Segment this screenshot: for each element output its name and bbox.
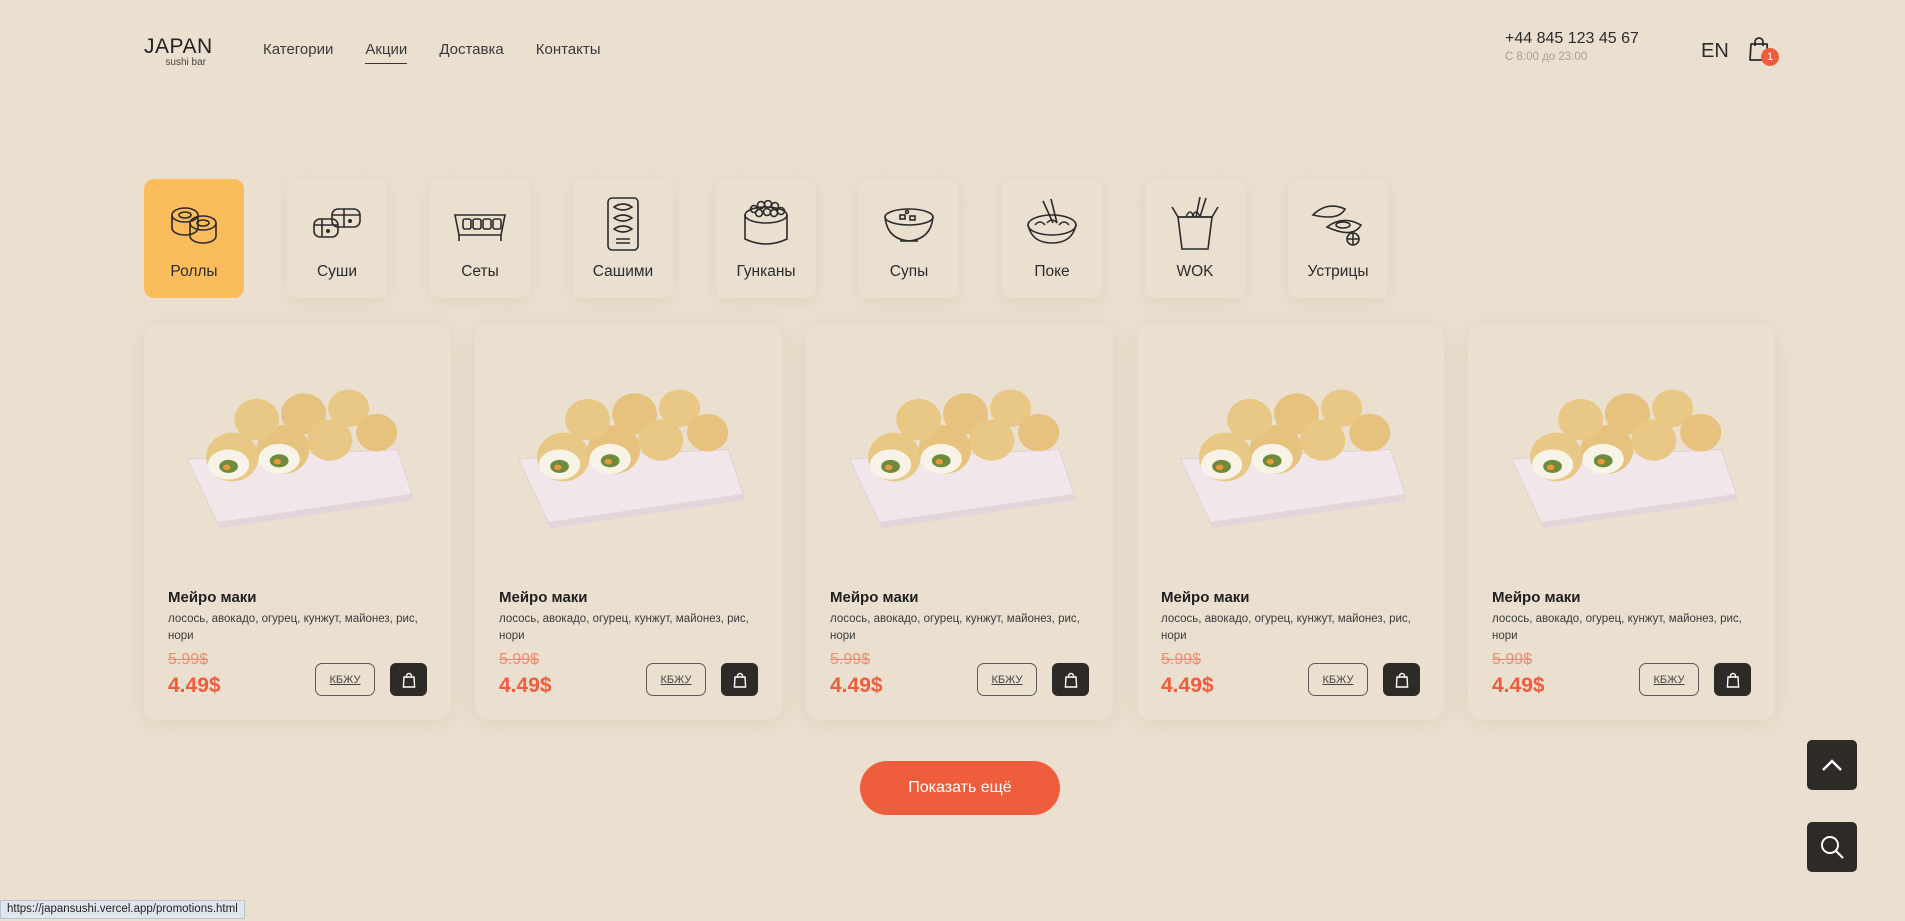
shopping-bag-icon (402, 672, 415, 688)
product-price: 4.49$ (1492, 674, 1545, 697)
phone-number[interactable]: +44 845 123 45 67 (1505, 30, 1639, 48)
cart-button[interactable]: 1 (1748, 36, 1779, 68)
nav-item-promotions[interactable]: Акции (365, 41, 408, 64)
nav-item-contacts[interactable]: Контакты (536, 41, 601, 64)
category-label: Сашими (592, 263, 654, 280)
shopping-bag-icon (1395, 672, 1408, 688)
main-nav: Категории Акции Доставка Контакты (263, 41, 601, 64)
category-sashimi[interactable]: Сашими (573, 179, 673, 298)
product-description: лосось, авокадо, огурец, кунжут, майонез… (499, 613, 749, 642)
product-name: Мейро маки (1161, 589, 1250, 606)
category-label: Устрицы (1307, 263, 1369, 280)
sets-icon (454, 214, 506, 241)
kbju-button[interactable]: КБЖУ (1308, 663, 1368, 696)
product-old-price: 5.99$ (1161, 651, 1202, 668)
product-old-price: 5.99$ (1492, 651, 1533, 668)
kbju-button[interactable]: КБЖУ (977, 663, 1037, 696)
poke-icon (1027, 198, 1077, 244)
category-sets[interactable]: Сеты (430, 179, 530, 298)
logo-sub-text: sushi bar (165, 57, 206, 68)
product-name: Мейро маки (499, 589, 588, 606)
product-description: лосось, авокадо, огурец, кунжут, майонез… (830, 613, 1080, 642)
product-card[interactable]: Мейро маки лосось, авокадо, огурец, кунж… (144, 324, 451, 720)
product-price: 4.49$ (499, 674, 552, 697)
category-poke[interactable]: Поке (1002, 179, 1102, 298)
product-image (186, 389, 415, 529)
working-hours: С 8:00 до 23:00 (1505, 51, 1588, 63)
kbju-button[interactable]: КБЖУ (646, 663, 706, 696)
product-image (517, 389, 746, 529)
product-image (848, 389, 1077, 529)
product-image (1179, 389, 1408, 529)
contact-info: +44 845 123 45 67 С 8:00 до 23:00 (1505, 30, 1639, 63)
scroll-to-top-button[interactable] (1807, 740, 1857, 790)
wok-icon (1171, 196, 1219, 250)
add-to-cart-button[interactable] (390, 663, 427, 696)
nav-item-categories[interactable]: Категории (263, 41, 333, 64)
category-label: WOK (1176, 263, 1214, 280)
soup-icon (884, 208, 934, 242)
category-label: Гунканы (736, 263, 796, 280)
product-old-price: 5.99$ (168, 651, 209, 668)
category-label: Суши (316, 263, 358, 280)
logo-main-text: JAPAN (144, 35, 213, 58)
sashimi-icon (607, 197, 639, 251)
kbju-button[interactable]: КБЖУ (315, 663, 375, 696)
product-card[interactable]: Мейро маки лосось, авокадо, огурец, кунж… (475, 324, 782, 720)
product-old-price: 5.99$ (499, 651, 540, 668)
add-to-cart-button[interactable] (721, 663, 758, 696)
category-wok[interactable]: WOK (1145, 179, 1245, 298)
category-label: Сеты (461, 263, 499, 280)
search-icon (1821, 836, 1844, 859)
product-name: Мейро маки (830, 589, 919, 606)
shopping-bag-icon (733, 672, 746, 688)
product-description: лосось, авокадо, огурец, кунжут, майонез… (1161, 613, 1411, 642)
search-button[interactable] (1807, 822, 1857, 872)
oysters-icon (1311, 205, 1363, 246)
kbju-button[interactable]: КБЖУ (1639, 663, 1699, 696)
category-sushi[interactable]: Суши (287, 179, 387, 298)
category-label: Поке (1034, 263, 1070, 280)
product-list: Мейро маки лосось, авокадо, огурец, кунж… (144, 324, 1775, 720)
product-description: лосось, авокадо, огурец, кунжут, майонез… (1492, 613, 1742, 642)
show-more-button[interactable]: Показать ещё (860, 761, 1060, 815)
category-label: Супы (889, 263, 929, 280)
category-soups[interactable]: Супы (859, 179, 959, 298)
product-price: 4.49$ (1161, 674, 1214, 697)
category-label: Роллы (170, 263, 218, 280)
category-list: Роллы Суши Сеты Сашими Гунканы Супы Поке… (144, 179, 1388, 298)
add-to-cart-button[interactable] (1052, 663, 1089, 696)
product-card[interactable]: Мейро маки лосось, авокадо, огурец, кунж… (806, 324, 1113, 720)
product-old-price: 5.99$ (830, 651, 871, 668)
status-bar-url: https://japansushi.vercel.app/promotions… (0, 900, 245, 919)
chevron-up-icon (1822, 759, 1842, 771)
category-oysters[interactable]: Устрицы (1288, 179, 1388, 298)
gunkan-icon (744, 199, 788, 245)
sushi-icon (313, 208, 361, 238)
add-to-cart-button[interactable] (1714, 663, 1751, 696)
product-card[interactable]: Мейро маки лосось, авокадо, огурец, кунж… (1137, 324, 1444, 720)
product-name: Мейро маки (1492, 589, 1581, 606)
cart-count-badge: 1 (1761, 48, 1779, 66)
shopping-bag-icon (1726, 672, 1739, 688)
product-name: Мейро маки (168, 589, 257, 606)
shopping-bag-icon (1064, 672, 1077, 688)
language-switcher[interactable]: EN (1701, 40, 1729, 63)
product-price: 4.49$ (830, 674, 883, 697)
product-price: 4.49$ (168, 674, 221, 697)
rolls-icon (171, 207, 217, 244)
product-description: лосось, авокадо, огурец, кунжут, майонез… (168, 613, 418, 642)
product-card[interactable]: Мейро маки лосось, авокадо, огурец, кунж… (1468, 324, 1775, 720)
category-rolls[interactable]: Роллы (144, 179, 244, 298)
logo[interactable]: JAPAN sushi bar (144, 35, 213, 68)
category-gunkan[interactable]: Гунканы (716, 179, 816, 298)
product-image (1510, 389, 1739, 529)
nav-item-delivery[interactable]: Доставка (439, 41, 503, 64)
add-to-cart-button[interactable] (1383, 663, 1420, 696)
